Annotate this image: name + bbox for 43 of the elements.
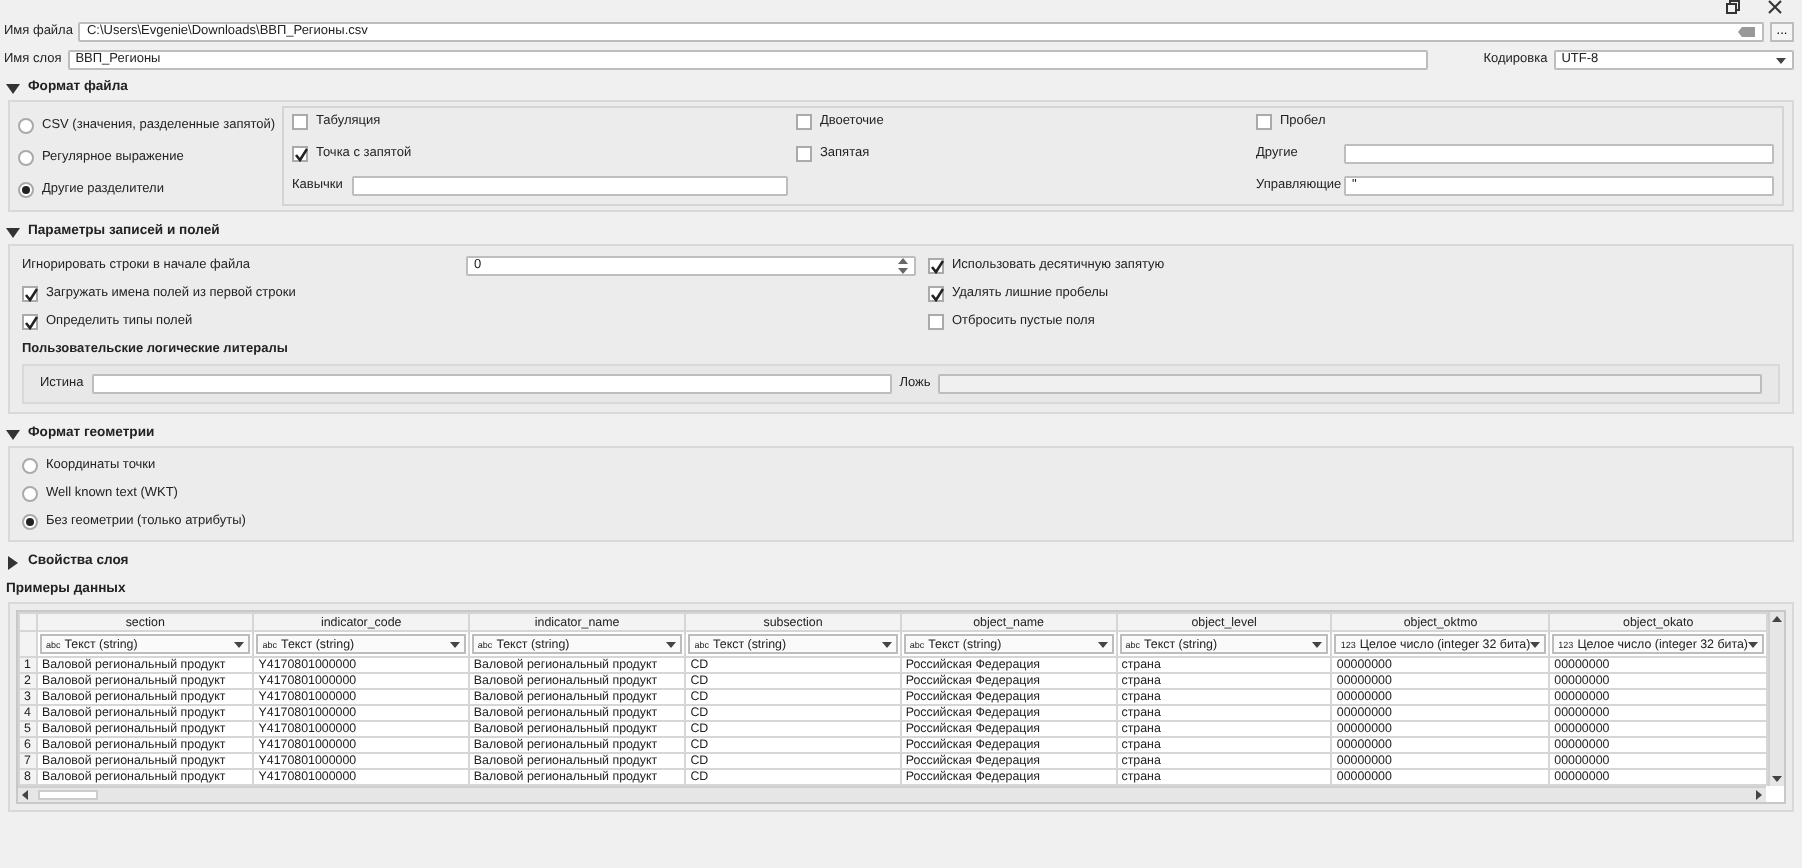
scroll-right-icon [1756, 790, 1762, 800]
vertical-scrollbar[interactable] [1768, 612, 1784, 786]
caret-icon [881, 641, 892, 647]
caret-icon [1530, 641, 1541, 647]
text-field[interactable] [91, 374, 892, 394]
checkbox[interactable] [292, 146, 308, 162]
scroll-left-icon [22, 790, 28, 800]
scrollbar-thumb[interactable] [38, 790, 98, 800]
restore-icon [1726, 0, 1740, 14]
expanded-triangle-icon[interactable] [6, 81, 20, 95]
radio-button[interactable] [18, 182, 34, 198]
caret-icon [234, 641, 245, 647]
checkbox[interactable] [796, 114, 812, 130]
checkbox[interactable] [928, 314, 944, 330]
caret-icon [1776, 57, 1786, 63]
spin-arrows-icon [898, 258, 908, 274]
radio-button[interactable] [22, 458, 38, 474]
expanded-triangle-icon[interactable] [6, 225, 20, 239]
horizontal-scrollbar[interactable] [18, 786, 1766, 802]
caret-icon [666, 641, 677, 647]
scroll-down-icon [1772, 776, 1783, 782]
caret-icon [449, 641, 460, 647]
radio-button[interactable] [22, 486, 38, 502]
checkbox[interactable] [22, 314, 38, 330]
caret-icon [1312, 641, 1323, 647]
radio-button[interactable] [18, 118, 34, 134]
text-field[interactable] [352, 176, 788, 196]
radio-button[interactable] [22, 514, 38, 530]
expanded-triangle-icon[interactable] [6, 427, 20, 441]
checkbox[interactable] [1256, 114, 1272, 130]
radio-button[interactable] [18, 150, 34, 166]
checkbox[interactable] [796, 146, 812, 162]
text-field[interactable] [1344, 144, 1774, 164]
checkbox[interactable] [928, 258, 944, 274]
checkbox[interactable] [22, 286, 38, 302]
checkbox[interactable] [928, 286, 944, 302]
caret-icon [1748, 641, 1759, 647]
scroll-up-icon [1772, 616, 1783, 622]
clear-icon [1738, 26, 1756, 38]
checkbox[interactable] [292, 114, 308, 130]
close-icon [1768, 0, 1782, 14]
caret-icon [1097, 641, 1108, 647]
collapsed-triangle-icon[interactable] [6, 555, 20, 569]
